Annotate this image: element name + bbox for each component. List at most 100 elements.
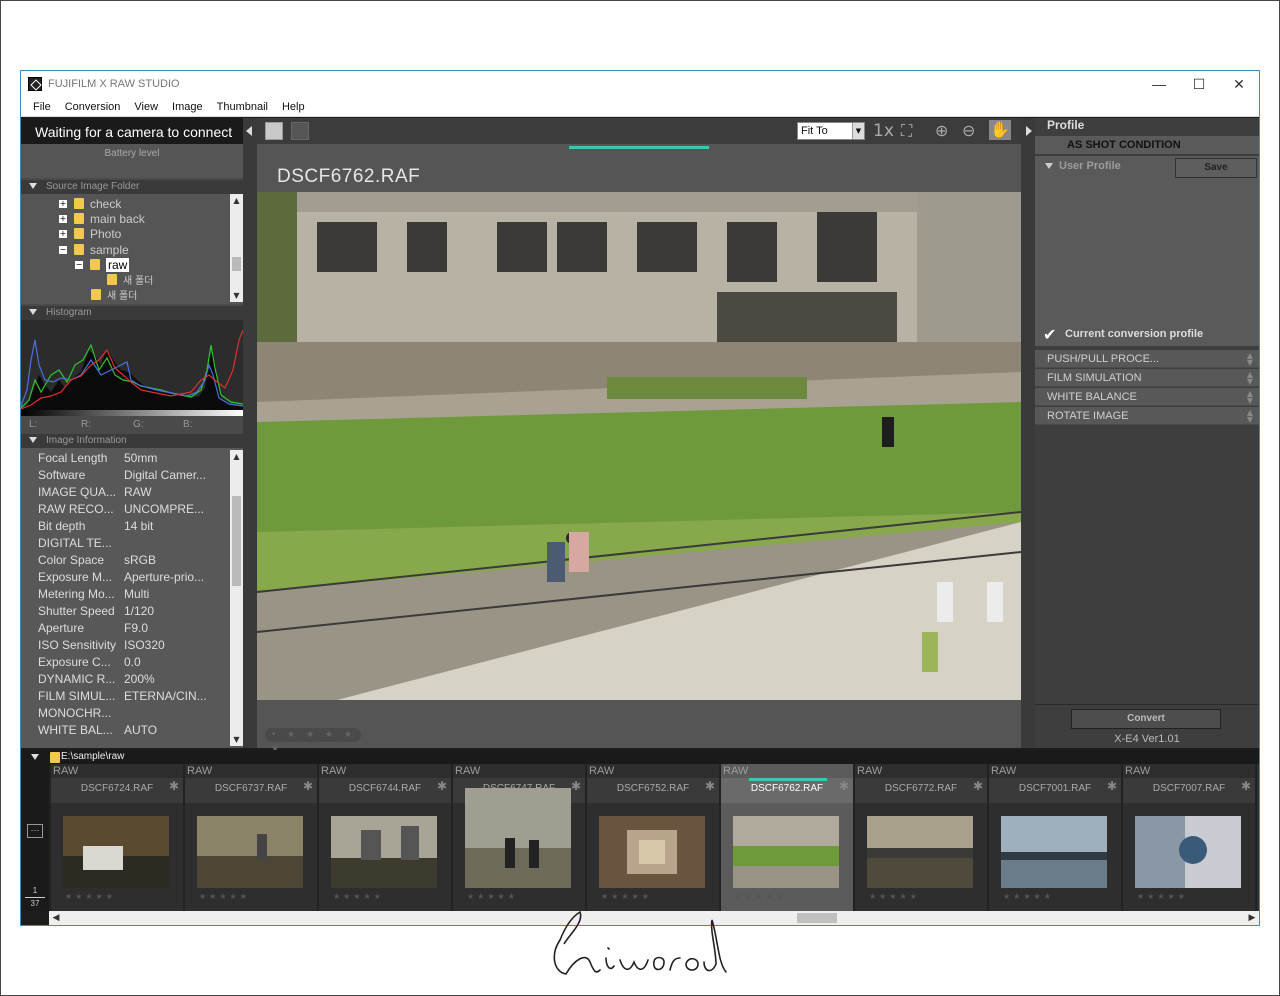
save-profile-button[interactable]: Save (1175, 158, 1257, 178)
asterisk-icon: ✱ (570, 779, 581, 793)
app-window: FUJIFILM X RAW STUDIO — ☐ ✕ File Convers… (20, 70, 1260, 926)
scroll-down-icon[interactable]: ▼ (230, 289, 243, 302)
menu-file[interactable]: File (33, 101, 51, 113)
thumbnail-item[interactable]: RAW DSCF6744.RAF ✱ ★★★★★ (319, 764, 451, 911)
source-folder-header[interactable]: Source Image Folder (21, 180, 243, 194)
info-row: Metering Mo... Multi (38, 587, 150, 601)
collapse-triangle-icon (1045, 163, 1053, 169)
close-button[interactable]: ✕ (1219, 71, 1259, 97)
folder-icon (74, 213, 84, 224)
info-row: Bit depth 14 bit (38, 519, 154, 533)
tree-item-new-folder-2[interactable]: 새 폴더 (91, 287, 137, 302)
tree-item-check[interactable]: + check (59, 196, 121, 211)
push-pull-section[interactable]: PUSH/PULL PROCE... ▲ ▼ (1035, 350, 1259, 368)
readout-g: G: (133, 419, 144, 430)
film-simulation-section[interactable]: FILM SIMULATION ▲ ▼ (1035, 369, 1259, 387)
menu-view[interactable]: View (134, 101, 158, 113)
zoom-1x-icon[interactable]: 1x (873, 121, 894, 141)
thumbnail-image (465, 788, 571, 888)
white-balance-section[interactable]: WHITE BALANCE ▲ ▼ (1035, 388, 1259, 406)
tree-item-sample[interactable]: − sample (59, 242, 129, 257)
menu-bar: File Conversion View Image Thumbnail Hel… (21, 97, 1259, 117)
battery-level: Battery level (21, 144, 243, 178)
info-row: DIGITAL TE... (38, 536, 112, 550)
folder-icon (107, 274, 117, 285)
scroll-up-icon[interactable]: ▲ (230, 194, 243, 207)
more-options-button[interactable]: ··· (27, 824, 43, 838)
left-panel-toggle[interactable] (243, 118, 257, 748)
info-row: FILM SIMUL... ETERNA/CIN... (38, 689, 207, 703)
app-logo-icon (28, 77, 42, 91)
menu-image[interactable]: Image (172, 101, 203, 113)
right-panel-toggle[interactable] (1021, 118, 1035, 748)
collapse-right-icon[interactable] (1026, 126, 1032, 136)
histogram-readout: L: R: G: B: (21, 416, 243, 432)
scroll-right-icon[interactable]: ▶ (1245, 911, 1259, 925)
fit-screen-icon[interactable]: ⛶ (901, 121, 912, 141)
thumbnail-item-partial[interactable]: R (1257, 764, 1259, 911)
collapse-triangle-icon (29, 309, 37, 316)
asterisk-icon: ✱ (1106, 779, 1117, 793)
hand-tool-icon[interactable]: ✋ (989, 120, 1011, 140)
thumbnail-item[interactable]: RAW DSCF7007.RAF ✱ ★★★★★ (1123, 764, 1255, 911)
expand-icon[interactable]: + (59, 199, 67, 208)
scroll-up-icon[interactable]: ▲ (230, 450, 243, 463)
zoom-in-icon[interactable]: ⊕ (935, 121, 948, 140)
image-info-header[interactable]: Image Information (21, 434, 243, 448)
scroll-thumb[interactable] (797, 913, 837, 923)
thumbnail-item[interactable]: RAW DSCF6747.RAF✱ ★★★★★ (453, 764, 585, 911)
preview-image[interactable] (257, 192, 1021, 700)
thumbnail-item[interactable]: RAW DSCF6752.RAF ✱ ★★★★★ (587, 764, 719, 911)
menu-conversion[interactable]: Conversion (65, 101, 121, 113)
single-view-icon[interactable] (265, 122, 283, 140)
tree-scrollbar[interactable]: ▲ ▼ (230, 194, 243, 302)
rotate-image-section[interactable]: ROTATE IMAGE ▲ ▼ (1035, 407, 1259, 425)
collapse-left-icon[interactable] (246, 126, 252, 136)
thumbnail-item[interactable]: RAW DSCF7001.RAF ✱ ★★★★★ (989, 764, 1121, 911)
minimize-button[interactable]: — (1139, 71, 1179, 97)
scroll-down-icon[interactable]: ▼ (230, 733, 243, 746)
histogram-graph (21, 329, 244, 410)
histogram-header[interactable]: Histogram (21, 306, 243, 320)
profile-title: Profile (1047, 118, 1085, 132)
thumbnail-item-selected[interactable]: RAW DSCF6762.RAF ✱ ★★★★★ (721, 764, 853, 911)
collapse-icon[interactable]: − (75, 260, 83, 269)
thumbnail-strip: ··· 1 37 RAW DSCF6724.RAF ✱ ★★★★★ RAW DSC… (21, 764, 1259, 911)
expand-icon[interactable]: + (59, 214, 67, 223)
zoom-out-icon[interactable]: ⊖ (962, 121, 975, 140)
tree-item-new-folder[interactable]: 새 폴더 (107, 272, 153, 287)
collapse-icon[interactable]: − (59, 245, 67, 254)
menu-thumbnail[interactable]: Thumbnail (217, 101, 268, 113)
current-conversion-profile[interactable]: ✔ Current conversion profile (1035, 324, 1259, 346)
processing-progress (569, 146, 709, 149)
menu-help[interactable]: Help (282, 101, 305, 113)
expand-updown-icon: ▲ ▼ (1246, 370, 1253, 386)
as-shot-condition[interactable]: AS SHOT CONDITION (1035, 136, 1259, 154)
info-row: Software Digital Camer... (38, 468, 207, 482)
tree-item-raw[interactable]: − raw (75, 257, 130, 272)
convert-button[interactable]: Convert (1071, 709, 1221, 729)
info-row: Color Space sRGB (38, 553, 157, 567)
progress-fill (569, 146, 709, 149)
readout-b: B: (183, 419, 193, 430)
thumbnail-item[interactable]: RAW DSCF6724.RAF ✱ ★★★★★ (51, 764, 183, 911)
compare-view-icon[interactable] (291, 122, 309, 140)
expand-icon[interactable]: + (59, 229, 67, 238)
strip-sidebar: ··· 1 37 (21, 764, 49, 911)
collapse-triangle-icon[interactable] (31, 754, 39, 760)
tree-item-main-back[interactable]: + main back (59, 211, 145, 226)
maximize-button[interactable]: ☐ (1179, 71, 1219, 97)
thumbnail-item[interactable]: RAW DSCF6772.RAF ✱ ★★★★★ (855, 764, 987, 911)
right-panel: Profile AS SHOT CONDITION User Profile S… (1035, 118, 1259, 748)
scroll-thumb[interactable] (232, 257, 241, 271)
collapse-triangle-icon (29, 183, 37, 190)
expand-updown-icon: ▲ ▼ (1246, 351, 1253, 367)
thumbnail-item[interactable]: RAW DSCF6737.RAF ✱ ★★★★★ (185, 764, 317, 911)
folder-icon (50, 752, 60, 763)
scroll-thumb[interactable] (232, 496, 241, 586)
rating-stars[interactable]: • ★ ★ ★ ★ ★ (265, 728, 361, 754)
tree-item-photo[interactable]: + Photo (59, 226, 121, 241)
scroll-left-icon[interactable]: ◀ (49, 911, 63, 925)
zoom-select[interactable]: Fit To ▼ (797, 122, 865, 140)
info-scrollbar[interactable]: ▲ ▼ (230, 450, 243, 746)
